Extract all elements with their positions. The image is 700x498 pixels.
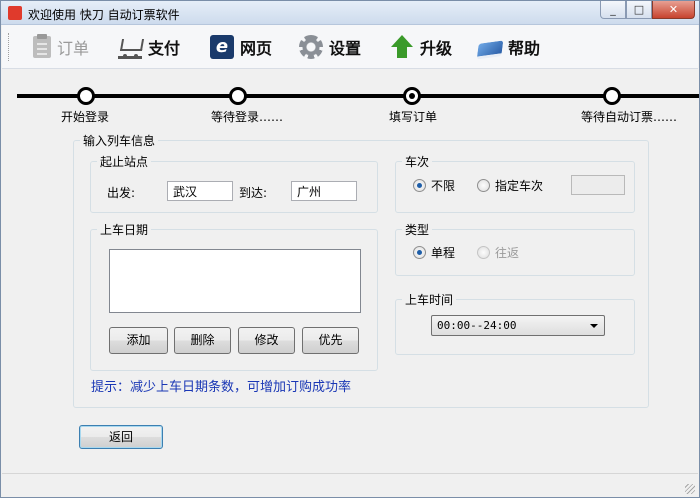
minimize-icon: _ bbox=[610, 3, 616, 16]
step-label-fill-order: 填写订单 bbox=[389, 110, 438, 124]
departure-time-select[interactable]: 00:00--24:00 bbox=[431, 315, 605, 336]
ie-browser-icon: e bbox=[210, 35, 234, 59]
app-window: 欢迎使用 快刀 自动订票软件 _ □ ✕ 订单 支付 e 网页 设置 升级 帮助… bbox=[0, 0, 700, 498]
date-legend: 上车日期 bbox=[100, 223, 149, 237]
trip-type-legend: 类型 bbox=[405, 223, 430, 237]
toolbar-upgrade-label: 升级 bbox=[420, 39, 453, 58]
train-info-legend: 输入列车信息 bbox=[83, 134, 156, 148]
step-dot-waiting-login bbox=[229, 87, 247, 105]
train-number-input[interactable] bbox=[571, 175, 625, 195]
close-button[interactable]: ✕ bbox=[652, 1, 695, 19]
title-bar: 欢迎使用 快刀 自动订票软件 _ □ ✕ bbox=[1, 1, 699, 25]
train-any-radio[interactable]: 不限 bbox=[413, 177, 455, 194]
step-label-login: 开始登录 bbox=[61, 110, 110, 124]
window-title: 欢迎使用 快刀 自动订票软件 bbox=[28, 8, 180, 22]
step-dot-fill-order bbox=[403, 87, 421, 105]
radio-unchecked-icon bbox=[477, 179, 490, 192]
toolbar-help-button[interactable]: 帮助 bbox=[476, 33, 541, 61]
hint-text: 提示：减少上车日期条数，可增加订购成功率 bbox=[91, 380, 352, 395]
toolbar-grip bbox=[8, 33, 11, 61]
gear-icon bbox=[299, 35, 323, 59]
chevron-down-icon bbox=[590, 324, 598, 328]
toolbar-web-button[interactable]: e 网页 bbox=[210, 33, 272, 61]
date-listbox[interactable] bbox=[109, 249, 361, 313]
step-label-auto-booking: 等待自动订票…… bbox=[581, 110, 678, 124]
train-specified-label: 指定车次 bbox=[495, 179, 544, 193]
toolbar-pay-button[interactable]: 支付 bbox=[118, 33, 180, 61]
radio-checked-icon bbox=[413, 179, 426, 192]
app-logo-icon bbox=[8, 6, 22, 20]
status-bar bbox=[2, 473, 698, 497]
window-controls: _ □ ✕ bbox=[600, 1, 695, 19]
step-label-waiting-login: 等待登录…… bbox=[211, 110, 284, 124]
stations-legend: 起止站点 bbox=[100, 155, 149, 169]
round-trip-radio[interactable]: 往返 bbox=[477, 244, 519, 261]
one-way-label: 单程 bbox=[431, 246, 456, 260]
train-any-label: 不限 bbox=[431, 179, 456, 193]
from-station-input[interactable] bbox=[167, 181, 233, 201]
step-dot-login bbox=[77, 87, 95, 105]
maximize-button[interactable]: □ bbox=[626, 1, 652, 19]
book-icon bbox=[476, 40, 504, 60]
from-label: 出发: bbox=[107, 186, 136, 200]
modify-date-button[interactable]: 修改 bbox=[238, 327, 295, 354]
add-date-button[interactable]: 添加 bbox=[109, 327, 168, 354]
to-station-input[interactable] bbox=[291, 181, 357, 201]
toolbar-order-button[interactable]: 订单 bbox=[30, 33, 89, 61]
toolbar-web-label: 网页 bbox=[240, 39, 273, 58]
radio-checked-icon bbox=[413, 246, 426, 259]
delete-date-button[interactable]: 删除 bbox=[174, 327, 231, 354]
back-button[interactable]: 返回 bbox=[79, 425, 163, 449]
radio-unchecked-icon bbox=[477, 246, 490, 259]
train-specified-radio[interactable]: 指定车次 bbox=[477, 177, 543, 194]
train-number-legend: 车次 bbox=[405, 155, 430, 169]
toolbar-help-label: 帮助 bbox=[508, 39, 541, 58]
toolbar-pay-label: 支付 bbox=[148, 39, 181, 58]
clipboard-icon bbox=[33, 34, 51, 58]
round-trip-label: 往返 bbox=[495, 246, 520, 260]
toolbar-order-label: 订单 bbox=[57, 39, 90, 58]
step-dot-auto-booking bbox=[603, 87, 621, 105]
priority-date-button[interactable]: 优先 bbox=[302, 327, 359, 354]
one-way-radio[interactable]: 单程 bbox=[413, 244, 455, 261]
maximize-icon: □ bbox=[633, 3, 645, 16]
toolbar-upgrade-button[interactable]: 升级 bbox=[390, 33, 452, 61]
departure-time-legend: 上车时间 bbox=[405, 293, 454, 307]
toolbar-settings-button[interactable]: 设置 bbox=[299, 33, 361, 61]
toolbar: 订单 支付 e 网页 设置 升级 帮助 bbox=[2, 25, 698, 69]
to-label: 到达: bbox=[239, 186, 268, 200]
up-arrow-icon bbox=[390, 35, 414, 59]
close-icon: ✕ bbox=[668, 3, 679, 16]
toolbar-settings-label: 设置 bbox=[329, 39, 362, 58]
departure-time-value: 00:00--24:00 bbox=[437, 319, 517, 332]
cart-icon bbox=[118, 35, 142, 59]
minimize-button[interactable]: _ bbox=[600, 1, 626, 19]
progress-track bbox=[17, 94, 699, 98]
